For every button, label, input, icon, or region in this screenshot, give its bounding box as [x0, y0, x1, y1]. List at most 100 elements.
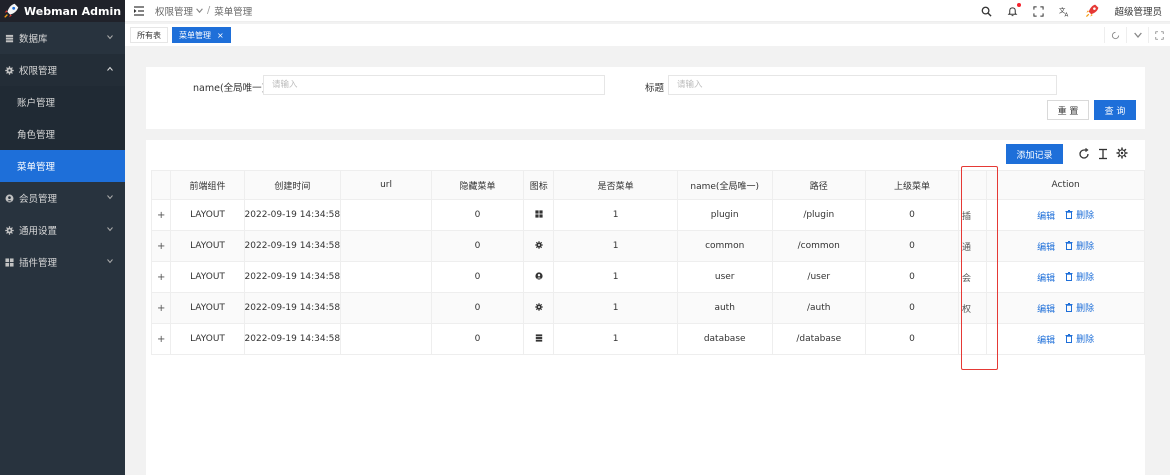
sidebar-item-label: 通用设置	[19, 226, 58, 237]
icon-cell	[523, 323, 555, 355]
parent-cell: 0	[864, 292, 960, 324]
column-header[interactable]: 上级菜单	[864, 170, 960, 200]
query-button[interactable]: 查 询	[1094, 100, 1136, 120]
trash-icon	[1065, 210, 1073, 219]
column-header[interactable]: name(全局唯一)	[676, 170, 773, 200]
sidebar-item-plugins[interactable]: 插件管理	[0, 246, 125, 278]
delete-label: 删除	[1076, 304, 1095, 314]
gear-icon	[4, 225, 14, 235]
settings-icon[interactable]	[1116, 147, 1128, 159]
url-cell	[340, 230, 432, 262]
parent-cell: 0	[864, 199, 960, 231]
edit-button[interactable]: 编辑	[1037, 274, 1055, 284]
tab-label: 所有表	[137, 30, 161, 40]
created-cell: 2022-09-19 14:34:58	[243, 261, 342, 293]
hidden-cell: 0	[430, 261, 525, 293]
is-menu-cell: 1	[553, 323, 678, 355]
column-header[interactable]: 是否菜单	[553, 170, 678, 200]
component-cell: LAYOUT	[170, 323, 245, 355]
rocket-icon	[4, 3, 19, 18]
header-actions: 文A 超级管理员	[980, 0, 1162, 22]
name-cell: common	[676, 230, 773, 262]
grid-icon	[4, 257, 14, 267]
expand-cell[interactable]: +	[150, 230, 172, 262]
sidebar-subitem-roles[interactable]: 角色管理	[0, 118, 125, 150]
edit-button[interactable]: 编辑	[1037, 305, 1055, 315]
path-cell: /auth	[771, 292, 866, 324]
column-header[interactable]: 隐藏菜单	[430, 170, 525, 200]
sidebar-item-database[interactable]: 数据库	[0, 22, 125, 54]
column-header[interactable]: 创建时间	[243, 170, 342, 200]
column-filter-icon[interactable]	[1097, 148, 1109, 160]
translate-icon[interactable]: 文A	[1058, 5, 1070, 17]
delete-button[interactable]: 删除	[1065, 270, 1094, 283]
delete-button[interactable]: 删除	[1065, 239, 1094, 252]
tab-all-tables[interactable]: 所有表	[130, 27, 168, 43]
fullscreen-icon[interactable]	[1032, 5, 1044, 17]
refresh-icon[interactable]	[1104, 27, 1126, 43]
chevron-down-icon	[107, 195, 113, 200]
sidebar-item-permissions[interactable]: 权限管理	[0, 54, 125, 86]
name-cell: user	[676, 261, 773, 293]
action-cell: 编辑 删除	[986, 323, 1145, 355]
expand-cell[interactable]: +	[150, 323, 172, 355]
app-title: Webman Admin	[24, 4, 122, 18]
delete-label: 删除	[1076, 335, 1095, 345]
column-header[interactable]: 前端组件	[170, 170, 245, 200]
is-menu-cell: 1	[553, 230, 678, 262]
delete-button[interactable]: 删除	[1065, 301, 1094, 314]
expand-icon[interactable]: +	[157, 272, 165, 283]
hidden-cell: 0	[430, 199, 525, 231]
sidebar-subitem-accounts[interactable]: 账户管理	[0, 86, 125, 118]
column-header[interactable]: 路径	[771, 170, 866, 200]
expand-icon[interactable]: +	[157, 241, 165, 252]
user-circle-icon	[535, 271, 543, 283]
sidebar-subitem-menus[interactable]: 菜单管理	[0, 150, 125, 182]
add-record-button[interactable]: 添加记录	[1006, 144, 1063, 164]
action-cell: 编辑 删除	[986, 292, 1145, 324]
url-cell	[340, 323, 432, 355]
path-cell: /common	[771, 230, 866, 262]
bell-icon[interactable]	[1006, 3, 1022, 17]
user-name[interactable]: 超级管理员	[1114, 4, 1162, 18]
delete-button[interactable]: 删除	[1065, 332, 1094, 345]
edit-button[interactable]: 编辑	[1037, 212, 1055, 222]
chevron-down-icon[interactable]	[1126, 27, 1148, 43]
highlight-annotation	[961, 166, 998, 370]
column-header[interactable]: url	[340, 170, 432, 200]
edit-button[interactable]: 编辑	[1037, 243, 1055, 253]
expand-icon[interactable]: +	[157, 210, 165, 221]
reset-button[interactable]: 重 置	[1047, 100, 1089, 120]
hidden-cell: 0	[430, 292, 525, 324]
is-menu-cell: 1	[553, 261, 678, 293]
refresh-icon[interactable]	[1078, 148, 1090, 160]
sidebar-item-settings[interactable]: 通用设置	[0, 214, 125, 246]
avatar[interactable]	[1084, 3, 1100, 19]
component-cell: LAYOUT	[170, 261, 245, 293]
close-icon[interactable]: ×	[217, 31, 224, 40]
tab-menu-management[interactable]: 菜单管理 ×	[172, 27, 231, 43]
expand-icon[interactable]: +	[157, 303, 165, 314]
fullscreen-icon[interactable]	[1148, 27, 1170, 43]
sidebar-item-label: 权限管理	[19, 66, 58, 77]
title-search-input[interactable]	[668, 75, 1057, 95]
expand-cell[interactable]: +	[150, 199, 172, 231]
expand-icon[interactable]: +	[157, 334, 165, 345]
action-cell: 编辑 删除	[986, 199, 1145, 231]
name-search-input[interactable]	[263, 75, 605, 95]
column-header[interactable]: 图标	[523, 170, 555, 200]
path-cell: /database	[771, 323, 866, 355]
search-icon[interactable]	[980, 5, 992, 17]
tab-bar: 所有表 菜单管理 ×	[125, 24, 1170, 46]
expand-cell[interactable]: +	[150, 261, 172, 293]
trash-icon	[1065, 241, 1073, 250]
delete-button[interactable]: 删除	[1065, 208, 1094, 221]
breadcrumb: 权限管理 / 菜单管理	[155, 4, 252, 18]
sidebar-item-members[interactable]: 会员管理	[0, 182, 125, 214]
expand-cell[interactable]: +	[150, 292, 172, 324]
breadcrumb-item[interactable]: 权限管理	[155, 4, 193, 18]
parent-cell: 0	[864, 323, 960, 355]
edit-button[interactable]: 编辑	[1037, 336, 1055, 346]
menu-fold-icon[interactable]	[133, 5, 145, 17]
app-logo[interactable]: Webman Admin	[0, 0, 125, 22]
